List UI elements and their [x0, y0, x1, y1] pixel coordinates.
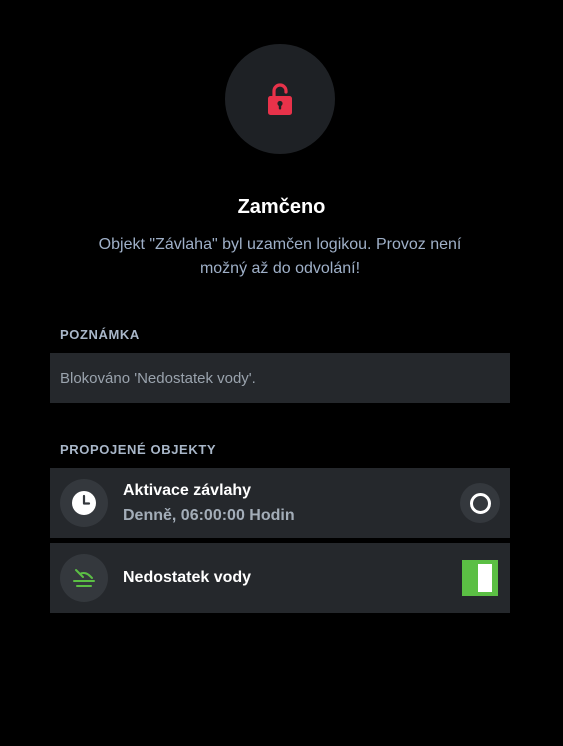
- lock-icon: [266, 82, 294, 116]
- page-title: Zamčeno: [237, 196, 326, 218]
- lock-message: Objekt "Závlaha" byl uzamčen logikou. Pr…: [70, 233, 490, 281]
- water-shortage-icon: [60, 554, 108, 602]
- linked-object-irrigation-activation[interactable]: Aktivace závlahy Denně, 06:00:00 Hodin: [50, 468, 510, 538]
- water-shortage-toggle[interactable]: [462, 560, 498, 596]
- toggle-knob: [478, 564, 492, 592]
- linked-objects-label: PROPOJENÉ OBJEKTY: [60, 442, 217, 457]
- note-box: Blokováno 'Nedostatek vody'.: [50, 353, 510, 403]
- clock-icon: [60, 479, 108, 527]
- linked-object-water-shortage[interactable]: Nedostatek vody: [50, 543, 510, 613]
- lock-message-line-2: možný až do odvolání!: [199, 260, 361, 277]
- ring-icon: [469, 492, 491, 514]
- linked-object-title: Aktivace závlahy: [123, 482, 252, 499]
- status-indicator[interactable]: [460, 483, 500, 523]
- linked-object-subtitle: Denně, 06:00:00 Hodin: [123, 507, 295, 524]
- linked-object-title: Nedostatek vody: [123, 569, 252, 586]
- lock-message-line-1: Objekt "Závlaha" byl uzamčen logikou. Pr…: [98, 236, 462, 253]
- locked-screen: Zamčeno Objekt "Závlaha" byl uzamčen log…: [0, 0, 563, 746]
- note-text: Blokováno 'Nedostatek vody'.: [60, 369, 256, 387]
- note-section-label: POZNÁMKA: [60, 327, 140, 342]
- lock-badge: [225, 44, 335, 154]
